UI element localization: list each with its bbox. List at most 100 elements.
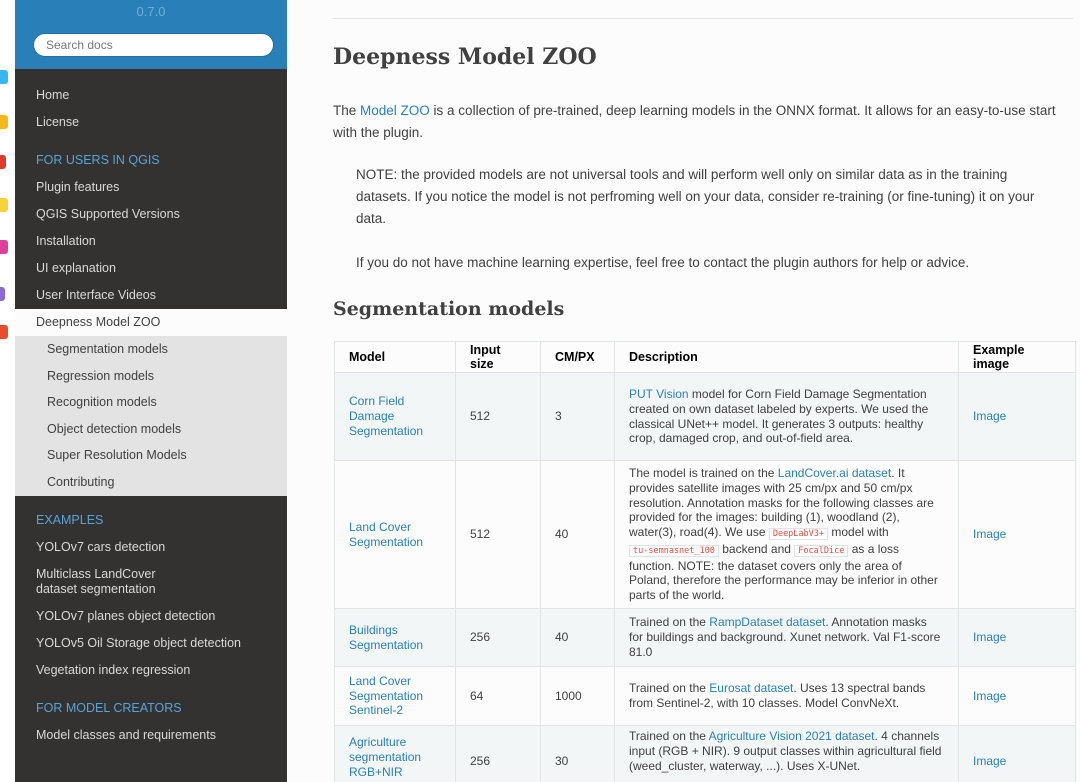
description-cell: The model is trained on the LandCover.ai… <box>614 460 959 609</box>
column-header-input-size: Input size <box>455 341 541 373</box>
description-cell: Trained on the Eurosat dataset. Uses 13 … <box>614 666 959 726</box>
app-icon[interactable] <box>0 198 8 212</box>
nav-item-vegetation-index[interactable]: Vegetation index regression <box>15 657 287 684</box>
main-content: Deepness Model ZOO The Model ZOO is a co… <box>287 0 1080 782</box>
nav-item-yolov7-cars[interactable]: YOLOv7 cars detection <box>15 534 287 561</box>
nav-item-license[interactable]: License <box>15 109 287 136</box>
docs-sidebar: 0.7.0 Home License FOR USERS IN QGIS Plu… <box>15 0 287 782</box>
nav-top-list: Home License <box>15 82 287 136</box>
description-text: Trained on the <box>629 681 710 696</box>
code-literal: DeepLabV3+ <box>768 528 829 541</box>
description-cell: PUT Vision model for Corn Field Damage S… <box>614 372 959 461</box>
table-row: Land Cover Segmentation 512 40 The model… <box>334 460 1076 609</box>
description-cell: Trained on the Agriculture Vision 2021 d… <box>614 725 959 782</box>
example-image-link[interactable]: Image <box>973 689 1006 703</box>
table-row: Corn Field Damage Segmentation 512 3 PUT… <box>334 372 1076 461</box>
app-icon[interactable] <box>0 115 8 129</box>
nav-subitem-super-resolution[interactable]: Super Resolution Models <box>15 442 287 469</box>
app-icon[interactable] <box>0 240 8 254</box>
description-link[interactable]: Agriculture Vision 2021 dataset <box>709 729 875 743</box>
top-divider <box>333 18 1073 19</box>
cmpx-cell: 30 <box>540 725 615 782</box>
description-link[interactable]: Eurosat dataset <box>709 681 793 695</box>
table-header-row: Model Input size CM/PX Description Examp… <box>334 341 1076 373</box>
nav-item-yolov5-oil[interactable]: YOLOv5 Oil Storage object detection <box>15 630 287 657</box>
column-header-description: Description <box>614 341 959 373</box>
model-link[interactable]: Buildings Segmentation <box>349 623 423 652</box>
caption-creators: FOR MODEL CREATORS <box>36 700 182 715</box>
table-row: Land Cover Segmentation Sentinel-2 64 10… <box>334 666 1076 726</box>
nav-item-model-classes[interactable]: Model classes and requirements <box>15 722 287 749</box>
example-image-link[interactable]: Image <box>973 409 1006 423</box>
app-launcher-strip <box>0 0 15 782</box>
description-cell: Trained on the RampDataset dataset. Anno… <box>614 608 959 667</box>
description-link[interactable]: PUT Vision <box>629 387 689 401</box>
code-literal: tu-semnasnet_100 <box>629 544 719 557</box>
model-zoo-link[interactable]: Model ZOO <box>360 103 430 118</box>
search-docs-input[interactable] <box>33 33 274 57</box>
table-row: Buildings Segmentation 256 40 Trained on… <box>334 608 1076 667</box>
nav-item-model-zoo[interactable]: Deepness Model ZOO <box>15 309 287 336</box>
example-image-link[interactable]: Image <box>973 630 1006 644</box>
input-size-cell: 512 <box>455 372 541 461</box>
segmentation-models-table: Model Input size CM/PX Description Examp… <box>334 341 1076 782</box>
column-header-cmpx: CM/PX <box>540 341 615 373</box>
nav-item-installation[interactable]: Installation <box>15 228 287 255</box>
nav-item-ui-explanation[interactable]: UI explanation <box>15 255 287 282</box>
nav-item-home[interactable]: Home <box>15 82 287 109</box>
input-size-cell: 256 <box>455 725 541 782</box>
intro-paragraph: The Model ZOO is a collection of pre-tra… <box>333 100 1078 144</box>
page-title: Deepness Model ZOO <box>333 44 597 70</box>
nav-examples-list: YOLOv7 cars detection Multiclass LandCov… <box>15 534 287 684</box>
app-icon[interactable] <box>0 155 6 169</box>
app-icon[interactable] <box>0 287 5 301</box>
input-size-cell: 256 <box>455 608 541 667</box>
example-image-link[interactable]: Image <box>973 527 1006 541</box>
nav-subitem-segmentation[interactable]: Segmentation models <box>15 336 287 363</box>
nav-subitem-regression[interactable]: Regression models <box>15 362 287 390</box>
code-literal: FocalDice <box>794 544 849 557</box>
description-text: Trained on the <box>629 729 709 743</box>
model-link[interactable]: Land Cover Segmentation <box>349 520 423 549</box>
table-row: Agriculture segmentation RGB+NIR 256 30 … <box>334 725 1076 782</box>
input-size-cell: 512 <box>455 460 541 609</box>
nav-item-plugin-features[interactable]: Plugin features <box>15 174 287 201</box>
nav-item-ui-videos[interactable]: User Interface Videos <box>15 282 287 309</box>
description-text: Trained on the <box>629 615 710 630</box>
nav-subitem-object-detection[interactable]: Object detection models <box>15 415 287 443</box>
caption-examples: EXAMPLES <box>36 512 104 527</box>
model-link[interactable]: Corn Field Damage Segmentation <box>349 394 423 438</box>
description-text: model with <box>828 525 889 540</box>
nav-item-landcover-example[interactable]: Multiclass LandCover dataset segmentatio… <box>15 561 215 603</box>
note-paragraph: NOTE: the provided models are not univer… <box>356 167 1035 226</box>
contact-paragraph: If you do not have machine learning expe… <box>356 255 970 270</box>
intro-rest: is a collection of pre-trained, deep lea… <box>333 103 1056 140</box>
description-text: backend and <box>718 541 795 556</box>
column-header-example-image: Example image <box>958 341 1076 373</box>
cmpx-cell: 40 <box>540 460 615 609</box>
model-link[interactable]: Agriculture segmentation RGB+NIR <box>349 735 421 779</box>
nav-creators-list: Model classes and requirements <box>15 722 287 749</box>
caption-users: FOR USERS IN QGIS <box>36 153 160 167</box>
app-icon[interactable] <box>0 70 8 84</box>
column-header-model: Model <box>334 341 456 373</box>
nav-item-yolov7-planes[interactable]: YOLOv7 planes object detection <box>15 603 287 630</box>
section-title-segmentation: Segmentation models <box>333 298 565 320</box>
description-link[interactable]: RampDataset dataset <box>709 615 825 629</box>
nav-item-supported-versions[interactable]: QGIS Supported Versions <box>15 201 287 228</box>
nav-subitem-contributing[interactable]: Contributing <box>15 468 287 496</box>
input-size-cell: 64 <box>455 666 541 726</box>
cmpx-cell: 40 <box>540 608 615 667</box>
nav-users-list: Plugin features QGIS Supported Versions … <box>15 174 287 496</box>
example-image-link[interactable]: Image <box>973 754 1006 768</box>
description-text: The model is trained on the <box>629 465 778 480</box>
intro-prefix: The <box>333 103 361 118</box>
cmpx-cell: 3 <box>540 372 615 461</box>
app-icon[interactable] <box>0 325 8 339</box>
cmpx-cell: 1000 <box>540 666 615 726</box>
description-link[interactable]: LandCover.ai dataset <box>778 466 891 480</box>
nav-subitem-recognition[interactable]: Recognition models <box>15 389 287 416</box>
version-label: 0.7.0 <box>136 4 166 19</box>
model-link[interactable]: Land Cover Segmentation Sentinel-2 <box>349 674 423 718</box>
sidebar-header: 0.7.0 <box>15 0 287 69</box>
